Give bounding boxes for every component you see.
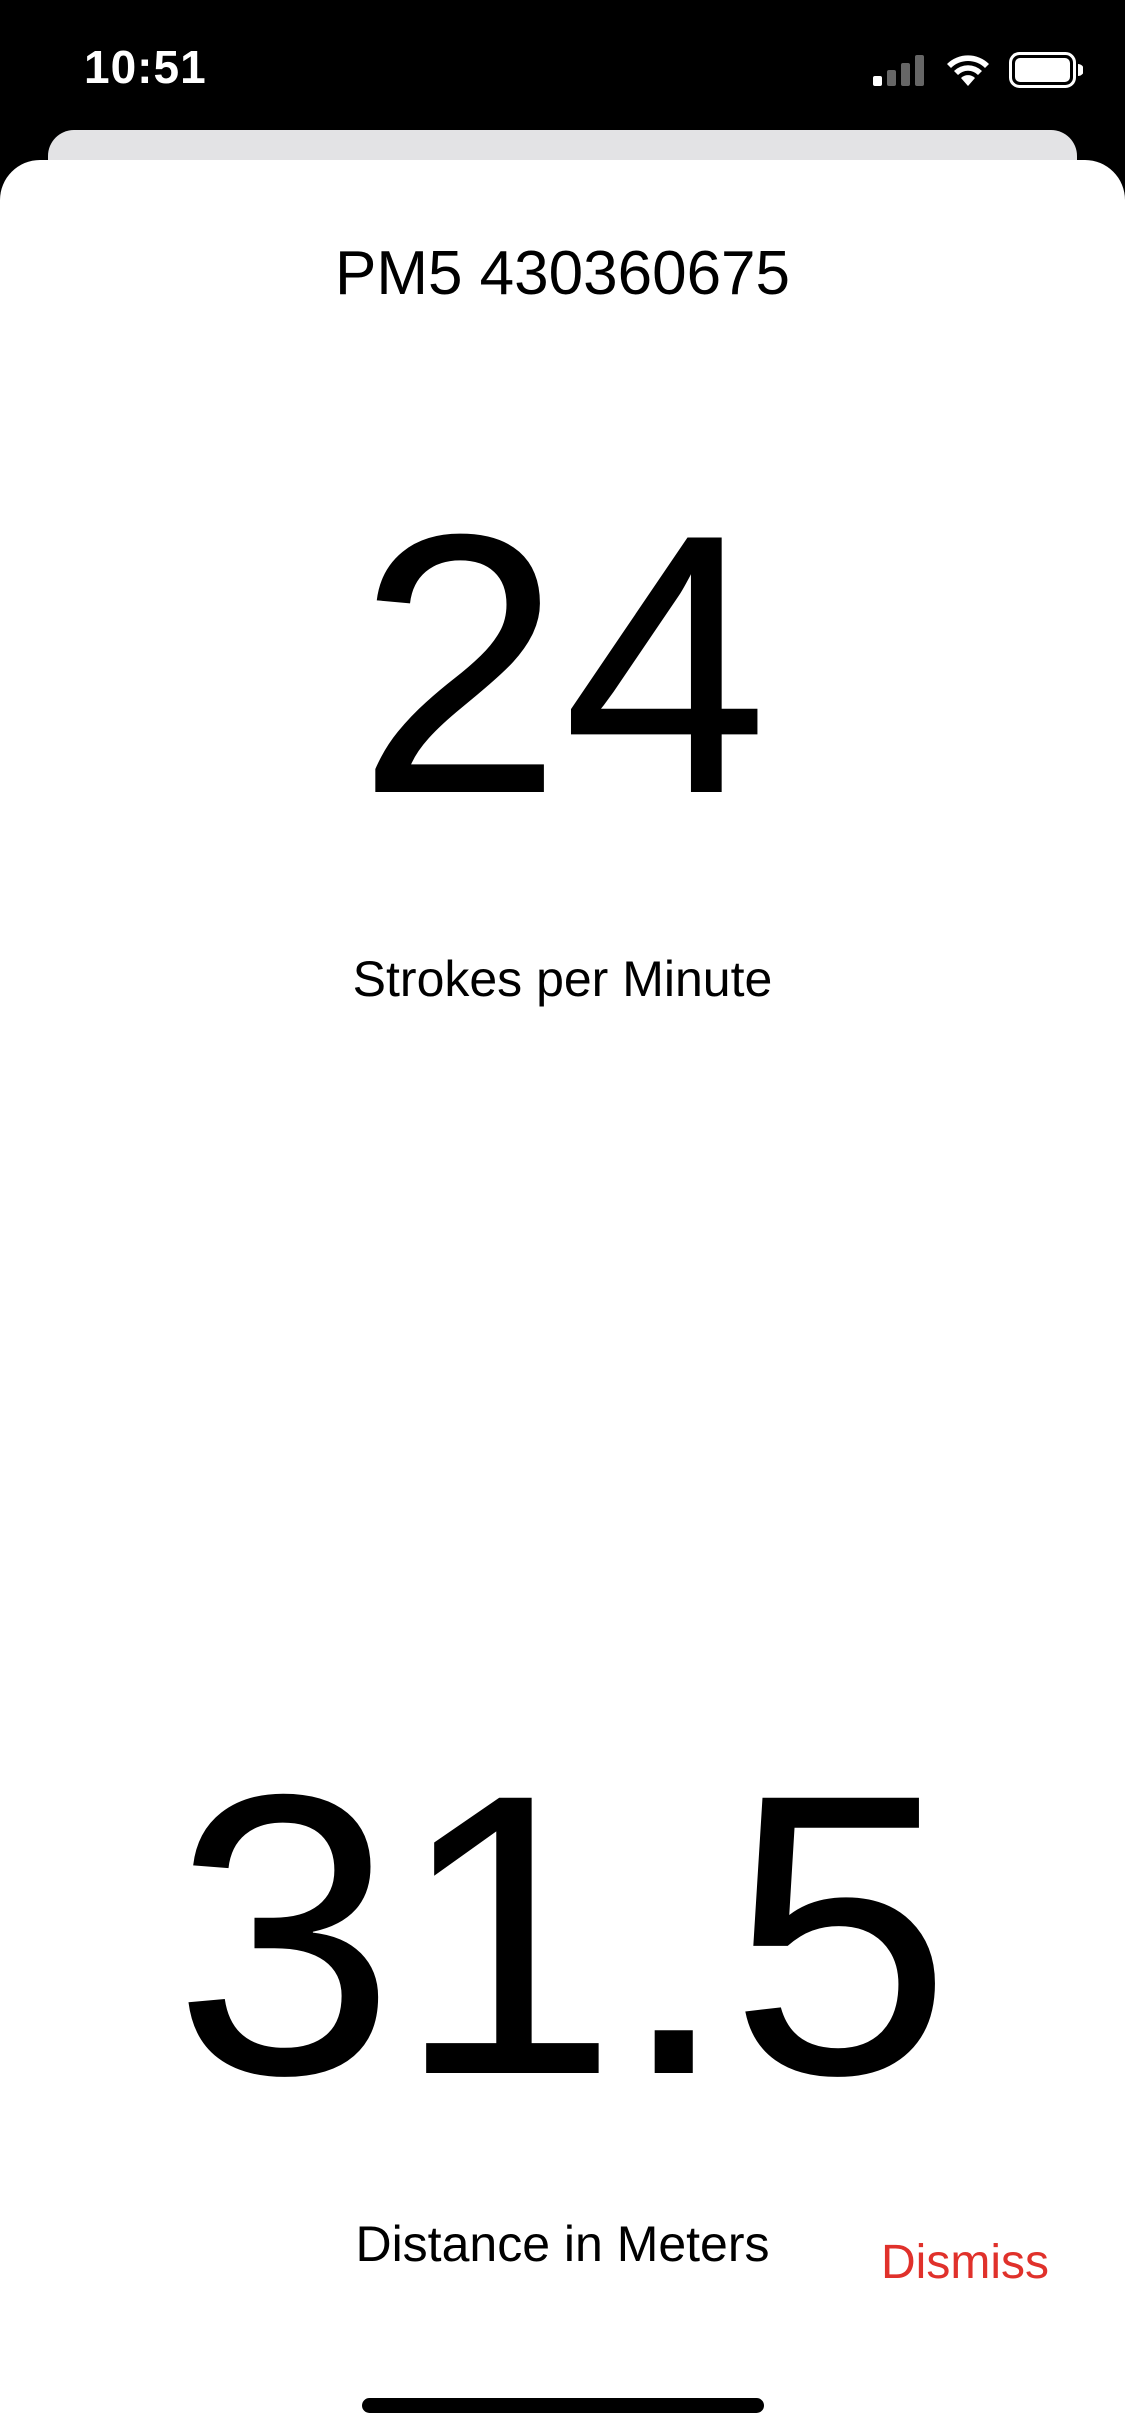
strokes-per-minute-value: 24: [356, 458, 769, 871]
device-title: PM5 430360675: [334, 239, 791, 308]
distance-value: 31.5: [173, 1711, 952, 2158]
dismiss-button[interactable]: Dismiss: [881, 2235, 1049, 2290]
battery-icon: [1009, 52, 1083, 88]
status-bar: 10:51: [0, 0, 1125, 135]
status-time: 10:51: [84, 41, 207, 93]
wifi-icon: [947, 55, 989, 86]
home-indicator[interactable]: [362, 2398, 764, 2413]
app-screen: 10:51 PM5 430360675 24 Strokes per Minut…: [0, 0, 1125, 2436]
device-card: PM5 430360675 24 Strokes per Minute 31.5…: [0, 160, 1125, 2436]
cellular-signal-icon: [873, 55, 924, 86]
status-icons: [873, 50, 1083, 90]
strokes-per-minute-label: Strokes per Minute: [352, 951, 773, 1007]
